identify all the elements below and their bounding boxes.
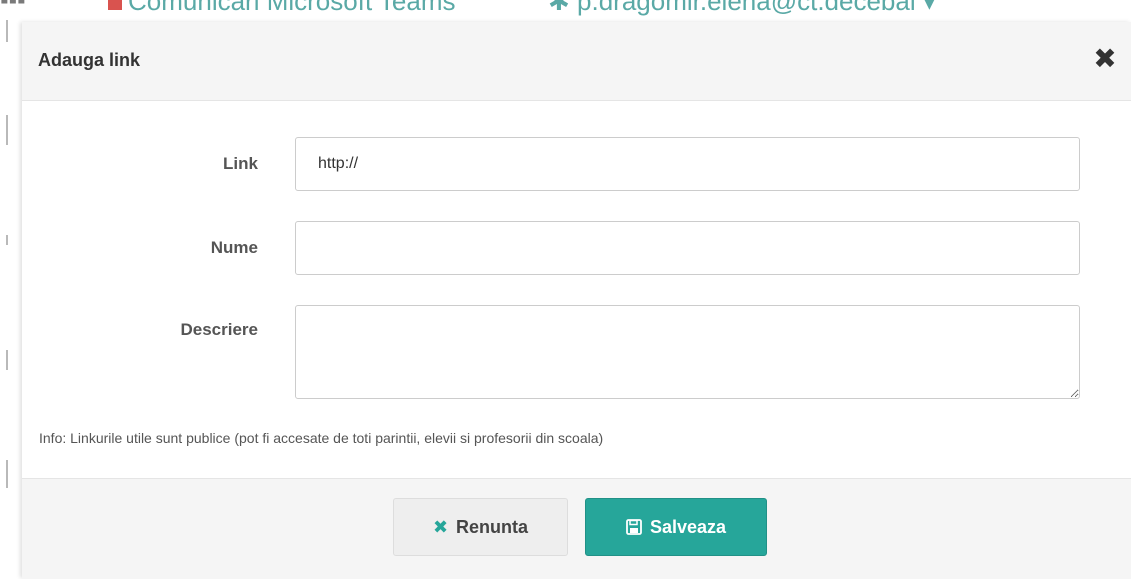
dialog-footer: ✖ Renunta Salveaza: [22, 478, 1131, 579]
save-button[interactable]: Salveaza: [585, 498, 767, 556]
background-left-edge: [0, 0, 22, 578]
link-label: Link: [223, 154, 258, 173]
background-user-menu: ✱ p.dragomir.elena@ct.decebal ▾: [548, 0, 936, 14]
description-textarea[interactable]: [295, 305, 1080, 399]
background-user-label: p.dragomir.elena@ct.decebal: [577, 0, 916, 16]
description-label: Descriere: [180, 320, 258, 339]
name-input[interactable]: [295, 221, 1080, 275]
cancel-button[interactable]: ✖ Renunta: [393, 498, 568, 556]
dialog-title: Adauga link: [38, 50, 141, 70]
background-toolbar: ▪▪▪ Comunicari Microsoft Teams ✱ p.drago…: [0, 0, 1131, 22]
times-icon: ✖: [432, 516, 449, 537]
user-icon: ✱: [548, 0, 570, 16]
cancel-button-label: Renunta: [456, 516, 529, 537]
name-label: Nume: [210, 238, 258, 257]
chevron-down-icon: ▾: [922, 0, 936, 16]
close-icon[interactable]: ✖: [1090, 44, 1120, 74]
teams-app-icon: [108, 0, 122, 11]
save-button-label: Salveaza: [649, 516, 727, 537]
info-note: Info: Linkurile utile sunt publice (pot …: [39, 430, 604, 446]
link-input[interactable]: [295, 137, 1080, 191]
floppy-disk-icon: [626, 519, 642, 535]
dialog-header: Adauga link ✖: [22, 22, 1131, 101]
add-link-dialog: Adauga link ✖ Link Nume Descriere Info: …: [22, 22, 1131, 579]
background-app-name: Comunicari Microsoft Teams: [128, 0, 456, 16]
background-app-link: Comunicari Microsoft Teams: [108, 0, 456, 14]
